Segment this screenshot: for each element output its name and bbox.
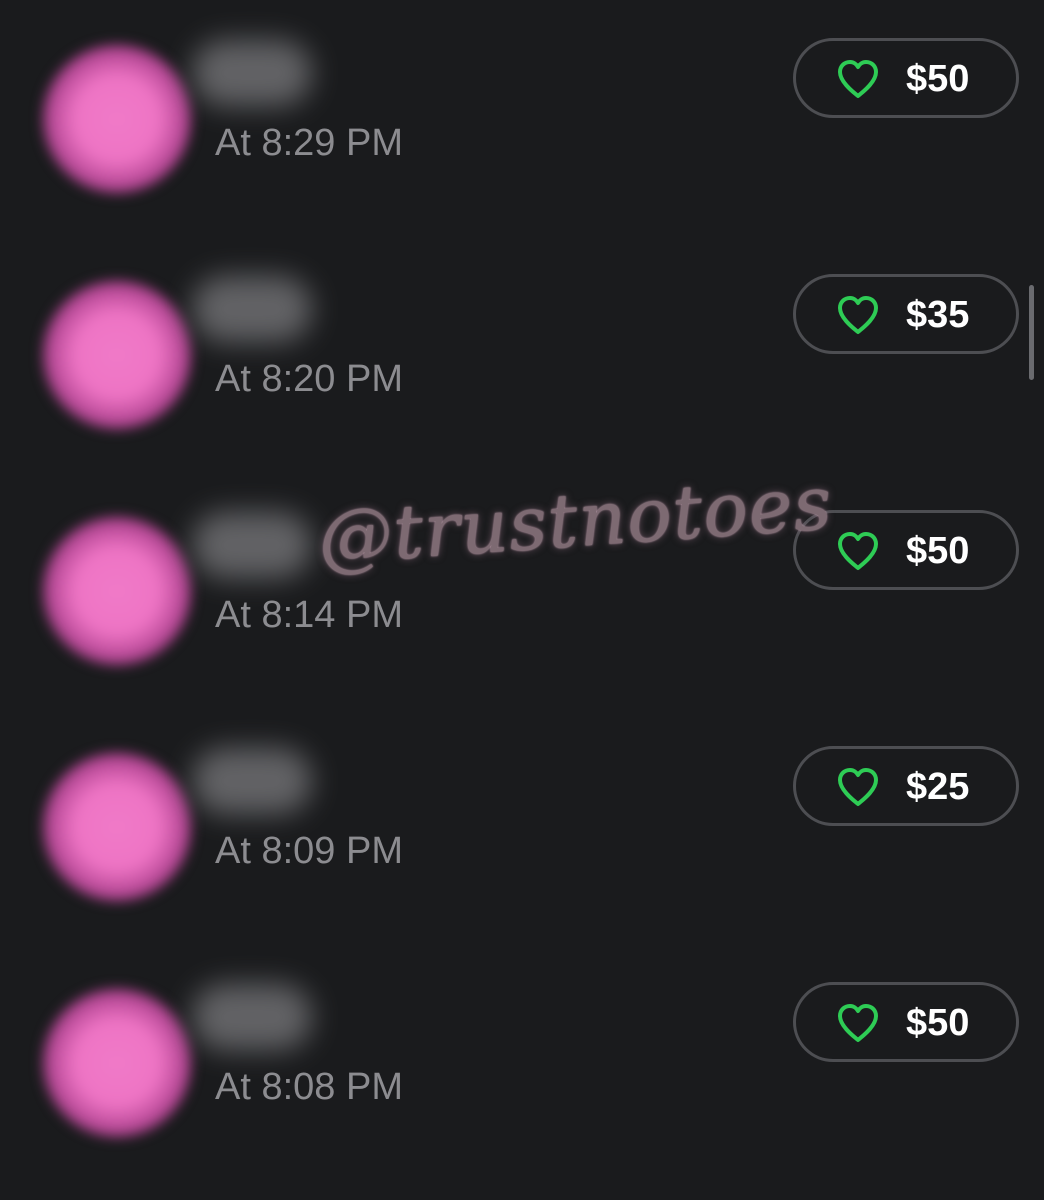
list-item[interactable]: At 8:14 PM $50 xyxy=(0,472,1044,708)
timestamp: At 8:08 PM xyxy=(215,1066,403,1108)
timestamp: At 8:09 PM xyxy=(215,830,403,872)
list-item[interactable]: At 8:09 PM $25 xyxy=(0,708,1044,944)
timestamp: At 8:20 PM xyxy=(215,358,403,400)
tip-amount-button[interactable]: $50 xyxy=(793,510,1019,590)
scrollbar-thumb[interactable] xyxy=(1029,285,1034,380)
tip-amount: $50 xyxy=(906,530,970,572)
tip-amount-button[interactable]: $50 xyxy=(793,982,1019,1062)
heart-icon xyxy=(838,1004,878,1042)
heart-icon xyxy=(838,768,878,806)
list-item[interactable]: At 8:20 PM $35 xyxy=(0,236,1044,472)
tip-amount: $25 xyxy=(906,766,970,808)
tip-amount: $35 xyxy=(906,294,970,336)
heart-icon xyxy=(838,296,878,334)
tip-amount-button[interactable]: $50 xyxy=(793,38,1019,118)
list-item[interactable]: At 8:29 PM $50 xyxy=(0,0,1044,236)
heart-icon xyxy=(838,60,878,98)
timestamp: At 8:14 PM xyxy=(215,594,403,636)
username-redacted xyxy=(192,276,312,342)
username-redacted xyxy=(192,40,312,106)
tip-amount: $50 xyxy=(906,58,970,100)
username-redacted xyxy=(192,748,312,814)
heart-icon xyxy=(838,532,878,570)
timestamp: At 8:29 PM xyxy=(215,122,403,164)
username-redacted xyxy=(192,984,312,1050)
username-redacted xyxy=(192,512,312,578)
avatar[interactable] xyxy=(42,752,192,902)
avatar[interactable] xyxy=(42,516,192,666)
tip-amount-button[interactable]: $35 xyxy=(793,274,1019,354)
avatar[interactable] xyxy=(42,280,192,430)
tips-feed-screen: At 8:29 PM $50 At 8:20 PM $35 At 8:14 PM… xyxy=(0,0,1044,1200)
avatar[interactable] xyxy=(42,44,192,194)
list-item[interactable]: At 8:08 PM $50 xyxy=(0,944,1044,1180)
tip-amount: $50 xyxy=(906,1002,970,1044)
tip-amount-button[interactable]: $25 xyxy=(793,746,1019,826)
avatar[interactable] xyxy=(42,988,192,1138)
